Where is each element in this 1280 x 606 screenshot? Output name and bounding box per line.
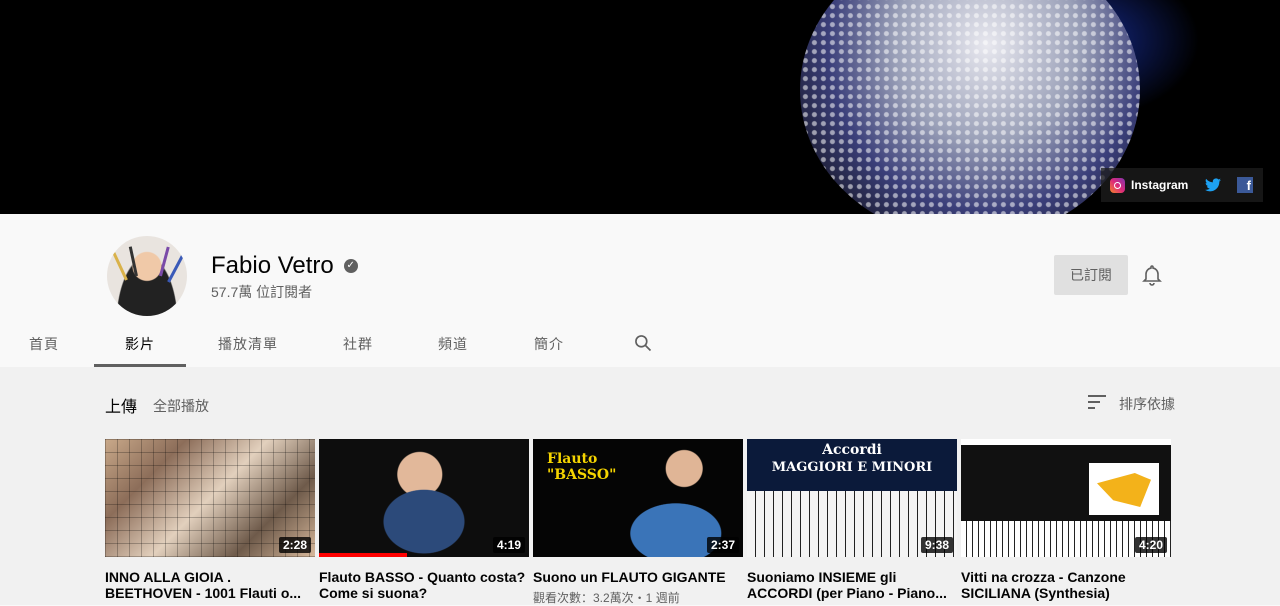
- video-title[interactable]: Suoniamo INSIEME gli ACCORDI (per Piano …: [747, 569, 957, 601]
- watch-progress-bar: [319, 553, 408, 557]
- channel-search-icon[interactable]: [633, 333, 653, 353]
- video-title[interactable]: Suono un FLAUTO GIGANTE: [533, 569, 743, 585]
- video-thumbnail[interactable]: 2:28: [105, 439, 315, 557]
- video-card[interactable]: 2:28 INNO ALLA GIOIA . BEETHOVEN - 1001 …: [105, 439, 315, 601]
- video-title[interactable]: Vitti na crozza - Canzone SICILIANA (Syn…: [961, 569, 1171, 601]
- notification-bell-icon[interactable]: [1140, 263, 1164, 287]
- channel-name: Fabio Vetro: [211, 252, 334, 279]
- video-thumbnail[interactable]: 4:20: [961, 439, 1171, 557]
- video-duration: 4:20: [1134, 537, 1167, 553]
- video-card[interactable]: Flauto "BASSO" 2:37 Suono un FLAUTO GIGA…: [533, 439, 743, 606]
- twitter-icon[interactable]: [1205, 178, 1221, 192]
- section-title: 上傳: [105, 399, 138, 416]
- video-duration: 9:38: [920, 537, 953, 553]
- tab-home[interactable]: 首頁: [14, 322, 74, 367]
- channel-title-row: Fabio Vetro ✓: [211, 252, 358, 280]
- video-title[interactable]: Flauto BASSO - Quanto costa? Come si suo…: [319, 569, 529, 601]
- video-duration: 4:19: [492, 537, 525, 553]
- banner-microphone-image: [800, 0, 1140, 214]
- subscriber-count: 57.7萬 位訂閱者: [211, 284, 313, 300]
- channel-banner: [0, 0, 1280, 214]
- avatar-flute-decor: [159, 246, 170, 277]
- avatar-flute-decor: [167, 254, 184, 283]
- thumbnail-overlay-subtext: MAGGIORI E MINORI: [771, 460, 933, 475]
- sort-by-button[interactable]: 排序依據: [1119, 394, 1175, 414]
- channel-avatar[interactable]: [107, 236, 187, 316]
- tab-videos[interactable]: 影片: [94, 322, 186, 367]
- tab-community[interactable]: 社群: [318, 322, 398, 367]
- video-title[interactable]: INNO ALLA GIOIA . BEETHOVEN - 1001 Flaut…: [105, 569, 315, 601]
- video-thumbnail[interactable]: 4:19: [319, 439, 529, 557]
- video-thumbnail[interactable]: Accordi MAGGIORI E MINORI 9:38: [747, 439, 957, 557]
- video-duration: 2:37: [706, 537, 739, 553]
- thumbnail-overlay-text: Accordi: [822, 442, 882, 458]
- video-meta: 觀看次數：3.2萬次・1 週前: [533, 591, 680, 605]
- video-card[interactable]: 4:19 Flauto BASSO - Quanto costa? Come s…: [319, 439, 529, 601]
- facebook-icon[interactable]: f: [1237, 177, 1253, 193]
- sort-icon[interactable]: [1088, 393, 1108, 411]
- thumbnail-map-image: [1089, 463, 1159, 515]
- verified-check-icon: ✓: [343, 259, 358, 273]
- video-duration: 2:28: [278, 537, 311, 553]
- avatar-flute-decor: [112, 252, 128, 281]
- video-card[interactable]: 4:20 Vitti na crozza - Canzone SICILIANA…: [961, 439, 1171, 601]
- avatar-flute-decor: [128, 246, 138, 277]
- video-card[interactable]: Accordi MAGGIORI E MINORI 9:38 Suoniamo …: [747, 439, 957, 601]
- channel-tabs: 首頁 影片 播放清單 社群 頻道 簡介: [0, 322, 700, 367]
- tab-about[interactable]: 簡介: [509, 322, 589, 367]
- instagram-link[interactable]: Instagram: [1131, 178, 1188, 192]
- play-all-link[interactable]: 全部播放: [153, 396, 209, 416]
- tab-playlists[interactable]: 播放清單: [204, 322, 292, 367]
- video-thumbnail[interactable]: Flauto "BASSO" 2:37: [533, 439, 743, 557]
- subscribed-button[interactable]: 已訂閱: [1054, 255, 1128, 295]
- thumbnail-overlay-text: Flauto "BASSO": [547, 451, 617, 483]
- instagram-icon[interactable]: [1110, 177, 1125, 193]
- tab-channels[interactable]: 頻道: [413, 322, 493, 367]
